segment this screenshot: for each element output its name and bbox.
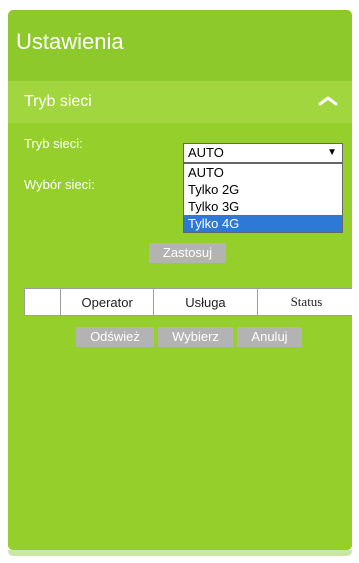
table-header-service: Usługa — [152, 288, 258, 316]
cancel-button[interactable]: Anuluj — [237, 327, 302, 347]
network-mode-label: Tryb sieci: — [24, 136, 83, 151]
apply-button[interactable]: Zastosuj — [149, 243, 226, 263]
panel-bottom-edge — [8, 550, 352, 556]
operators-table: Operator Usługa Status — [23, 288, 352, 316]
section-header[interactable]: Tryb sieci — [8, 81, 352, 123]
option-2g-only[interactable]: Tylko 2G — [184, 181, 342, 198]
option-4g-only[interactable]: Tylko 4G — [184, 215, 342, 232]
network-mode-dropdown: AUTO Tylko 2G Tylko 3G Tylko 4G — [183, 163, 343, 233]
settings-panel: Ustawienia Tryb sieci Tryb sieci: AUTO ▼… — [8, 10, 352, 550]
refresh-button[interactable]: Odśwież — [76, 327, 154, 347]
table-header-status: Status — [256, 288, 352, 316]
panel-title: Ustawienia — [16, 29, 124, 54]
option-3g-only[interactable]: Tylko 3G — [184, 198, 342, 215]
table-header-row: Operator Usługa Status — [23, 288, 352, 316]
section-title: Tryb sieci — [24, 93, 92, 110]
table-header-operator: Operator — [60, 288, 154, 316]
option-auto[interactable]: AUTO — [184, 164, 342, 181]
network-select-label: Wybór sieci: — [24, 177, 95, 192]
dropdown-arrow-icon: ▼ — [327, 147, 337, 158]
select-button[interactable]: Wybierz — [158, 327, 233, 347]
network-mode-section: Tryb sieci Tryb sieci: AUTO ▼ Wybór siec… — [8, 81, 352, 550]
network-mode-select-value: AUTO — [188, 145, 224, 160]
table-header-empty — [23, 288, 62, 316]
network-mode-select[interactable]: AUTO ▼ — [183, 143, 343, 163]
chevron-up-icon[interactable] — [316, 89, 340, 113]
